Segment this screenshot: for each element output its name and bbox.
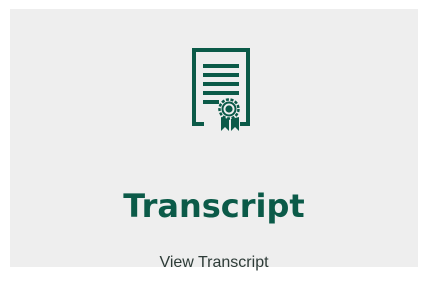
transcript-card[interactable]: Transcript View Transcript (10, 9, 418, 271)
card-title: Transcript (123, 187, 305, 225)
certificate-document-icon (190, 46, 254, 162)
view-transcript-link[interactable]: View Transcript (10, 253, 418, 273)
